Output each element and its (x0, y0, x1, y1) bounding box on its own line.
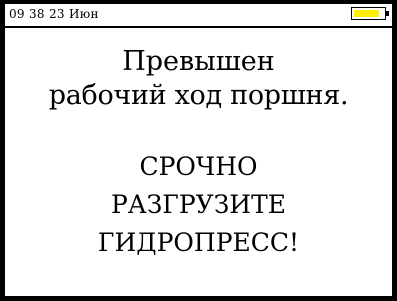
battery-terminal (386, 11, 389, 16)
message-line-2: рабочий ход поршня. (48, 80, 349, 111)
device-screen: 09 38 23 Июн Превышен рабочий ход поршня… (0, 0, 397, 301)
battery-icon (351, 7, 389, 20)
alert-line-1: СРОЧНО (139, 152, 258, 181)
status-bar: 09 38 23 Июн (5, 4, 392, 28)
alert-line-3: ГИДРОПРЕСС! (97, 228, 300, 257)
battery-level-fill (354, 10, 379, 17)
alert-line-2: РАЗГРУЗИТЕ (110, 190, 287, 219)
message-line-1: Превышен (122, 46, 275, 77)
clock-date: 09 38 23 Июн (9, 7, 99, 21)
